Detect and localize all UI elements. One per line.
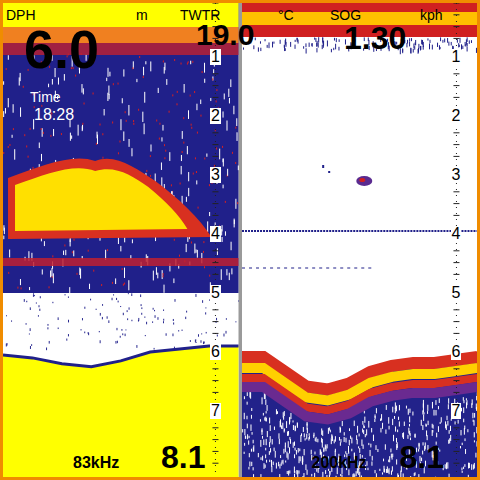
frequency-label: 83kHz bbox=[73, 455, 119, 471]
depth-scale-label: 5 bbox=[210, 285, 221, 301]
depth-scale-label: 3 bbox=[451, 167, 462, 183]
depth-scale-label: 2 bbox=[210, 108, 221, 124]
frequency-label: 200kHz bbox=[312, 455, 367, 471]
time-value: 18:28 bbox=[34, 107, 74, 123]
sonar-panel: 1 2 3 4 5 6 7 200kHz 8.1 bbox=[242, 3, 478, 477]
temp-unit: °C bbox=[278, 8, 294, 22]
depth-scale-label: 1 bbox=[451, 49, 462, 65]
depth-scale-line bbox=[242, 3, 478, 477]
depth-label: DPH bbox=[6, 8, 36, 22]
depth-scale-label: 6 bbox=[210, 344, 221, 360]
time-label: Time bbox=[30, 90, 61, 104]
temp-value: 19.0 bbox=[196, 20, 254, 50]
depth-scale-label: 7 bbox=[210, 403, 221, 419]
depth-scale-label: 1 bbox=[210, 49, 221, 65]
depth-scale-label: 5 bbox=[451, 285, 462, 301]
depth-unit: m bbox=[136, 8, 148, 22]
speed-value: 1.30 bbox=[344, 22, 406, 54]
speed-unit: kph bbox=[420, 8, 443, 22]
speed-label: SOG bbox=[330, 8, 361, 22]
fishfinder-screen: 1 2 3 4 5 6 7 83kHz 8.1 1 2 3 4 5 6 7 200kHz 8.1 DPH m 6.0 Ti… bbox=[0, 0, 480, 480]
echogram-200khz bbox=[242, 3, 478, 477]
range-value: 8.1 bbox=[161, 441, 205, 473]
depth-scale-label: 4 bbox=[210, 226, 221, 242]
depth-scale-label: 2 bbox=[451, 108, 462, 124]
depth-value: 6.0 bbox=[24, 22, 99, 76]
depth-scale-label: 3 bbox=[210, 167, 221, 183]
range-value: 8.1 bbox=[400, 441, 444, 473]
depth-scale-label: 7 bbox=[451, 403, 462, 419]
depth-scale-label: 4 bbox=[451, 226, 462, 242]
depth-scale-label: 6 bbox=[451, 344, 462, 360]
